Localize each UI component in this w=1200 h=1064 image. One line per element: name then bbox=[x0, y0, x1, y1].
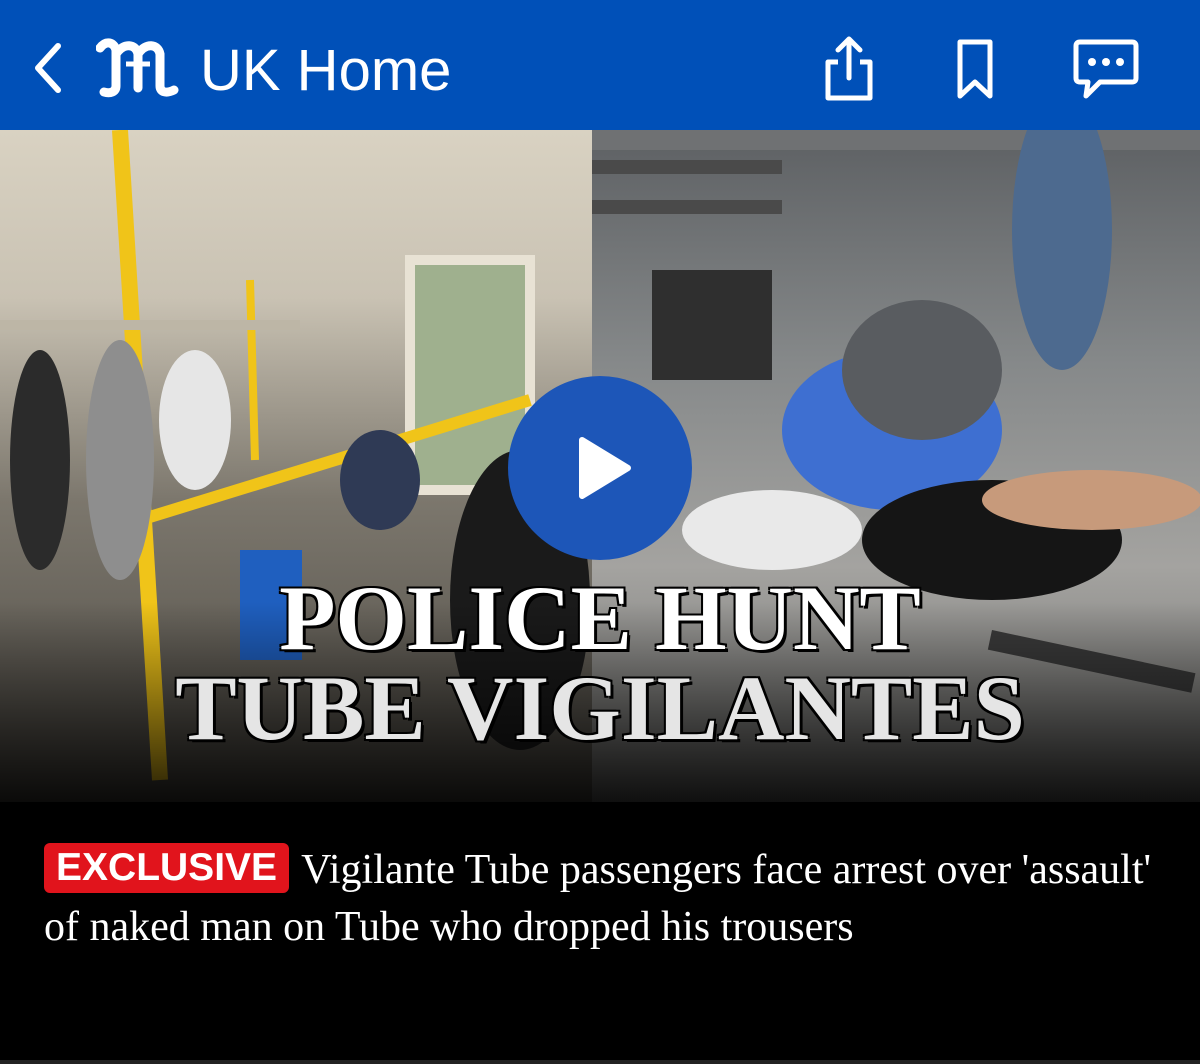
bookmark-icon[interactable] bbox=[940, 34, 1010, 104]
overlay-title-line-1: POLICE HUNT bbox=[279, 567, 921, 669]
article-headline[interactable]: EXCLUSIVE Vigilante Tube passengers face … bbox=[44, 842, 1164, 956]
share-icon[interactable] bbox=[814, 34, 884, 104]
play-icon bbox=[579, 437, 631, 499]
section-title: UK Home bbox=[200, 38, 452, 103]
comments-icon[interactable] bbox=[1070, 34, 1140, 104]
exclusive-badge: EXCLUSIVE bbox=[44, 843, 290, 893]
daily-mail-logo[interactable] bbox=[95, 34, 180, 100]
divider bbox=[0, 1060, 1200, 1064]
overlay-title-line-2: TUBE VIGILANTES bbox=[175, 657, 1025, 759]
top-navigation-bar: UK Home bbox=[0, 0, 1200, 130]
play-button[interactable] bbox=[508, 376, 692, 560]
back-chevron-icon[interactable] bbox=[28, 38, 72, 98]
video-thumbnail[interactable]: POLICE HUNT TUBE VIGILANTES bbox=[0, 130, 1200, 802]
